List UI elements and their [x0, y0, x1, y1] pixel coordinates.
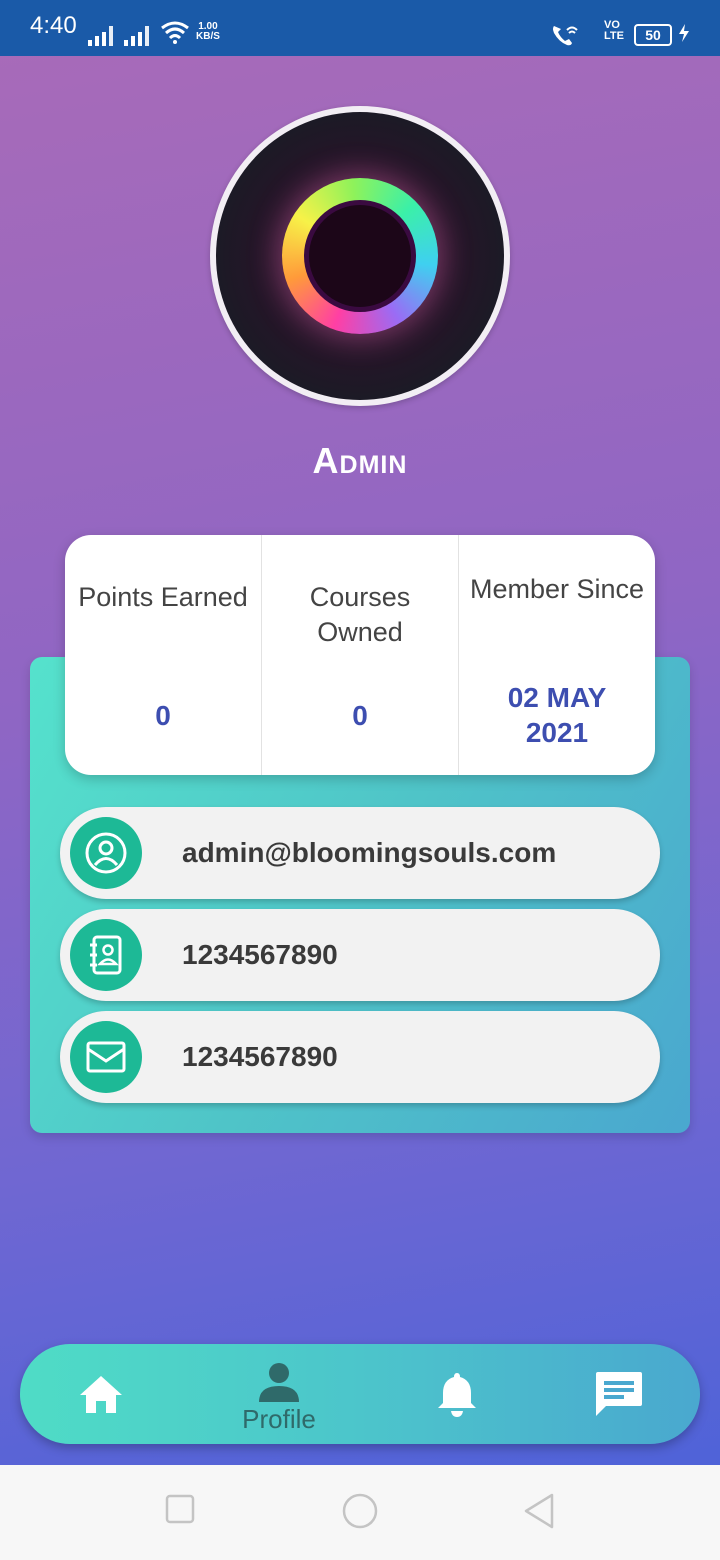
stat-value: 0 [155, 700, 171, 731]
volte-indicator: VO LTE [604, 20, 624, 42]
nav-messages[interactable] [559, 1344, 679, 1444]
net-speed-unit: KB/S [196, 31, 220, 42]
stat-value: 0 [352, 700, 368, 731]
bell-icon [438, 1373, 476, 1417]
recents-button[interactable] [165, 1493, 195, 1525]
person-icon [259, 1363, 299, 1402]
avatar-image [216, 112, 504, 400]
home-button[interactable] [340, 1493, 380, 1533]
phone-text: 1234567890 [182, 939, 338, 970]
charging-icon [679, 24, 689, 42]
clock: 4:40 [30, 12, 77, 39]
mail-text: 1234567890 [182, 1041, 338, 1072]
nav-profile[interactable]: Profile [219, 1344, 339, 1444]
avatar[interactable] [210, 106, 510, 406]
volte-line2: LTE [604, 30, 624, 42]
home-icon [80, 1376, 122, 1413]
net-speed: 1.00 KB/S [196, 22, 220, 42]
bottom-nav: Profile [20, 1344, 700, 1444]
signal-icon-2 [124, 24, 152, 46]
avatar-ring-center [304, 200, 416, 312]
user-circle-icon [70, 817, 142, 889]
email-row[interactable]: admin@bloomingsouls.com [60, 807, 660, 899]
system-nav-bar [0, 1465, 720, 1560]
nav-profile-label: Profile [242, 1404, 316, 1434]
chat-icon [596, 1372, 642, 1416]
envelope-icon [70, 1021, 142, 1093]
phone-row[interactable]: 1234567890 [60, 909, 660, 1001]
stat-label: Member Since [469, 574, 645, 604]
stats-card: Points Earned 0 Courses Owned 0 Member S… [65, 535, 655, 775]
stat-value: 02 MAY 2021 [507, 682, 607, 748]
wifi-icon [161, 21, 189, 44]
signal-icon [88, 24, 116, 46]
avatar-ring [282, 178, 438, 334]
stat-points: Points Earned 0 [65, 535, 262, 775]
stat-label: Points Earned [78, 582, 248, 612]
email-text: admin@bloomingsouls.com [182, 837, 557, 868]
back-button[interactable] [522, 1493, 556, 1529]
status-bar: 4:40 1.00 KB/S VO LTE 50 [0, 0, 720, 56]
nav-home[interactable] [41, 1344, 161, 1444]
stat-label: Courses Owned [309, 582, 411, 647]
username: Admin [312, 440, 408, 481]
battery-indicator: 50 [634, 24, 672, 46]
stat-courses: Courses Owned 0 [262, 535, 459, 775]
wifi-call-icon [553, 26, 578, 46]
nav-notifications[interactable] [397, 1344, 517, 1444]
contact-book-icon [70, 919, 142, 991]
stat-member-since: Member Since 02 MAY 2021 [459, 535, 655, 775]
mail-row[interactable]: 1234567890 [60, 1011, 660, 1103]
